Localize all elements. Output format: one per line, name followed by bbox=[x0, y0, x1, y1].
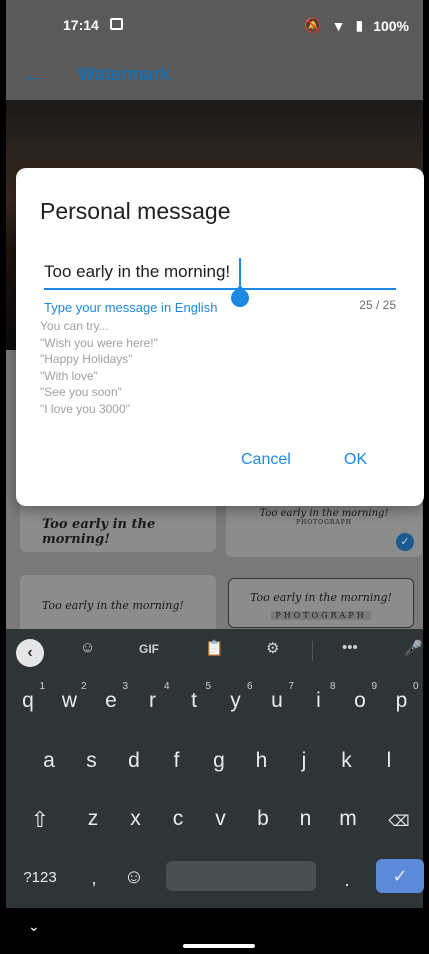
keyboard-row-1: q1w2e3r4t5y6u7i8o9p0 bbox=[6, 679, 423, 729]
gallery-notification-icon bbox=[110, 18, 123, 30]
watermark-style-4[interactable]: Too early in the morning! PHOTOGRAPH bbox=[228, 578, 414, 628]
period-key[interactable]: . bbox=[339, 863, 355, 897]
key-h[interactable]: h bbox=[243, 739, 281, 783]
watermark-style-2[interactable]: Too early in the morning! PHOTOGRAPH ✓ bbox=[226, 502, 422, 557]
app-toolbar: ← Watermark bbox=[6, 50, 423, 100]
key-c[interactable]: c bbox=[159, 797, 197, 841]
suggestions-list: You can try... "Wish you were here!" "Ha… bbox=[40, 318, 158, 417]
sticker-icon[interactable]: ☺ bbox=[80, 639, 95, 656]
gear-icon[interactable]: ⚙ bbox=[266, 639, 279, 657]
key-g[interactable]: g bbox=[200, 739, 238, 783]
key-hint: 0 bbox=[412, 681, 419, 692]
key-d[interactable]: d bbox=[115, 739, 153, 783]
battery-icon: ▮ bbox=[355, 17, 364, 33]
chevron-left-icon[interactable]: ‹ bbox=[16, 639, 44, 667]
key-j[interactable]: j bbox=[285, 739, 323, 783]
watermark-style-3[interactable]: Too early in the morning! bbox=[20, 575, 216, 635]
symbols-key[interactable]: ?123 bbox=[16, 861, 64, 895]
watermark-style-1[interactable]: Too early in the morning! bbox=[20, 502, 216, 552]
battery-percent: 100% bbox=[373, 17, 409, 34]
key-hint: 7 bbox=[288, 681, 294, 692]
done-key[interactable]: ✓ bbox=[376, 859, 424, 893]
key-hint: 1 bbox=[39, 681, 45, 692]
shift-key[interactable]: ⇧ bbox=[20, 803, 60, 837]
watermark-style-subtext: PHOTOGRAPH bbox=[271, 611, 371, 620]
backspace-key[interactable]: ⌫ bbox=[382, 805, 416, 839]
key-hint: 5 bbox=[205, 681, 211, 692]
key-hint: 9 bbox=[371, 681, 377, 692]
key-f[interactable]: f bbox=[158, 739, 196, 783]
key-o[interactable]: o9 bbox=[341, 679, 379, 723]
selected-check-icon: ✓ bbox=[396, 533, 414, 551]
suggestion-line: You can try... bbox=[40, 319, 109, 333]
key-l[interactable]: l bbox=[370, 739, 408, 783]
key-m[interactable]: m bbox=[329, 797, 367, 841]
navigation-bar: ⌄ bbox=[6, 908, 423, 954]
key-k[interactable]: k bbox=[328, 739, 366, 783]
clipboard-icon[interactable]: 📋 bbox=[205, 639, 224, 657]
key-q[interactable]: q1 bbox=[9, 679, 47, 723]
key-u[interactable]: u7 bbox=[258, 679, 296, 723]
text-cursor bbox=[239, 258, 241, 288]
key-hint: 8 bbox=[329, 681, 336, 692]
home-handle[interactable] bbox=[183, 944, 255, 948]
watermark-style-text: Too early in the morning! bbox=[42, 599, 184, 612]
key-t[interactable]: t5 bbox=[175, 679, 213, 723]
key-hint: 3 bbox=[122, 681, 128, 692]
keyboard-toolbar: ‹ ☺ GIF 📋 ⚙ ••• 🎤 bbox=[6, 629, 423, 673]
suggestion-line: "I love you 3000" bbox=[40, 401, 130, 416]
watermark-style-text: Too early in the morning! bbox=[250, 591, 392, 604]
comma-key[interactable]: , bbox=[86, 861, 102, 895]
watermark-style-subtext: PHOTOGRAPH bbox=[295, 519, 353, 526]
suggestion-line: "See you soon" bbox=[40, 385, 122, 399]
status-time: 17:14 bbox=[63, 17, 99, 33]
more-icon[interactable]: ••• bbox=[342, 639, 358, 656]
key-v[interactable]: v bbox=[202, 797, 240, 841]
watermark-style-text: Too early in the morning! bbox=[42, 517, 156, 547]
wifi-icon: ▼ bbox=[331, 17, 346, 34]
keyboard-row-4: ?123 , ☺ . ✓ bbox=[6, 851, 424, 901]
toolbar-divider bbox=[312, 641, 313, 661]
key-hint: 6 bbox=[246, 681, 253, 692]
suggestion-line: "Happy Holidays" bbox=[40, 352, 133, 366]
key-n[interactable]: n bbox=[287, 797, 325, 841]
key-s[interactable]: s bbox=[73, 739, 111, 783]
key-w[interactable]: w2 bbox=[51, 679, 89, 723]
status-bar: 17:14 🔕 ▼ ▮ 100% bbox=[6, 0, 423, 50]
key-hint: 2 bbox=[80, 681, 87, 692]
character-counter: 25 / 25 bbox=[359, 298, 396, 312]
suggestion-line: "With love" bbox=[40, 368, 98, 383]
soft-keyboard: ‹ ☺ GIF 📋 ⚙ ••• 🎤 q1w2e3r4t5y6u7i8o9p0 a… bbox=[6, 629, 424, 908]
key-i[interactable]: i8 bbox=[300, 679, 338, 723]
back-arrow-icon[interactable]: ← bbox=[22, 62, 44, 88]
key-a[interactable]: a bbox=[30, 739, 68, 783]
key-b[interactable]: b bbox=[244, 797, 282, 841]
key-z[interactable]: z bbox=[74, 797, 112, 841]
space-key[interactable] bbox=[166, 861, 316, 891]
input-underline bbox=[44, 288, 396, 290]
gif-button[interactable]: GIF bbox=[139, 642, 159, 656]
keyboard-row-3: ⇧ ⌫ zxcvbnm bbox=[6, 797, 423, 847]
status-icons: 🔕 ▼ ▮ 100% bbox=[304, 17, 409, 34]
mute-icon: 🔕 bbox=[304, 17, 322, 33]
mic-icon[interactable]: 🎤 bbox=[404, 639, 423, 657]
helper-text: Type your message in English bbox=[44, 300, 218, 315]
cancel-button[interactable]: Cancel bbox=[241, 451, 291, 469]
key-r[interactable]: r4 bbox=[134, 679, 172, 723]
toolbar-title: Watermark bbox=[78, 64, 171, 84]
key-hint: 4 bbox=[163, 681, 170, 692]
key-p[interactable]: p0 bbox=[383, 679, 421, 723]
suggestion-line: "Wish you were here!" bbox=[40, 335, 158, 350]
message-input[interactable] bbox=[44, 262, 396, 282]
watermark-style-text: Too early in the morning! bbox=[259, 508, 389, 519]
chevron-down-icon[interactable]: ⌄ bbox=[28, 918, 40, 935]
keyboard-row-2: asdfghjkl bbox=[6, 739, 423, 789]
ok-button[interactable]: OK bbox=[344, 451, 367, 469]
key-x[interactable]: x bbox=[117, 797, 155, 841]
emoji-key[interactable]: ☺ bbox=[120, 860, 148, 894]
dialog-title: Personal message bbox=[40, 198, 231, 224]
key-e[interactable]: e3 bbox=[92, 679, 130, 723]
key-y[interactable]: y6 bbox=[217, 679, 255, 723]
personal-message-dialog: Personal message Type your message in En… bbox=[16, 168, 424, 506]
